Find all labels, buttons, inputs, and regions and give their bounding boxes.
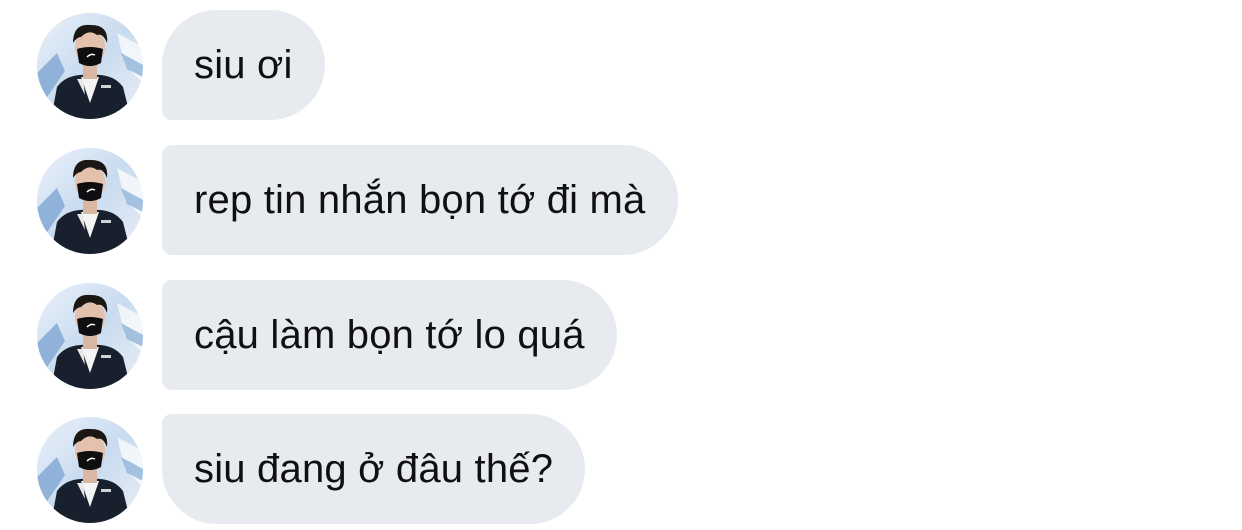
avatar[interactable] bbox=[37, 148, 143, 254]
message-row: rep tin nhắn bọn tớ đi mà bbox=[0, 145, 1242, 255]
message-text: siu đang ở đâu thế? bbox=[194, 446, 554, 491]
message-row: siu ơi bbox=[0, 10, 1242, 120]
profile-photo-icon bbox=[37, 283, 143, 389]
profile-photo-icon bbox=[37, 417, 143, 523]
message-bubble[interactable]: rep tin nhắn bọn tớ đi mà bbox=[162, 145, 678, 255]
message-bubble[interactable]: siu ơi bbox=[162, 10, 325, 120]
profile-photo-icon bbox=[37, 13, 143, 119]
message-thread: siu ơi rep tin nhắn bọn tớ đi mà cậu làm… bbox=[0, 0, 1242, 530]
avatar[interactable] bbox=[37, 417, 143, 523]
message-text: rep tin nhắn bọn tớ đi mà bbox=[194, 177, 646, 222]
message-text: cậu làm bọn tớ lo quá bbox=[194, 312, 585, 357]
message-bubble[interactable]: siu đang ở đâu thế? bbox=[162, 414, 586, 524]
message-row: cậu làm bọn tớ lo quá bbox=[0, 280, 1242, 390]
profile-photo-icon bbox=[37, 148, 143, 254]
message-bubble[interactable]: cậu làm bọn tớ lo quá bbox=[162, 280, 617, 390]
message-text: siu ơi bbox=[194, 42, 293, 87]
avatar[interactable] bbox=[37, 283, 143, 389]
avatar[interactable] bbox=[37, 13, 143, 119]
message-row: siu đang ở đâu thế? bbox=[0, 414, 1242, 524]
